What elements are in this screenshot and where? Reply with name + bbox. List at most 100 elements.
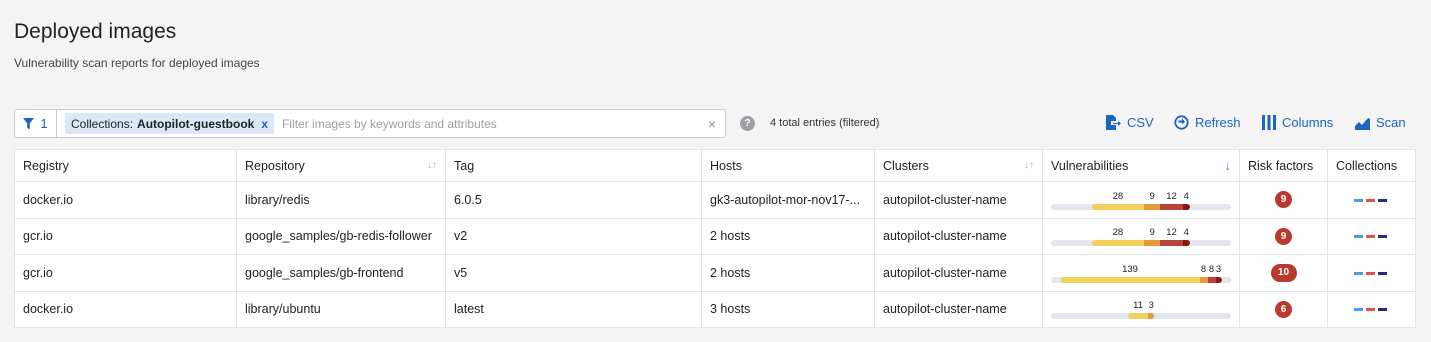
registry-cell: gcr.io: [14, 217, 237, 255]
help-icon[interactable]: ?: [740, 116, 755, 131]
vulnerability-count-medium: 8: [1200, 263, 1207, 275]
column-header-vulnerabilities[interactable]: Vulnerabilities ↓: [1042, 149, 1240, 182]
filter-input[interactable]: [282, 116, 699, 131]
columns-button[interactable]: Columns: [1262, 115, 1333, 130]
table-row[interactable]: docker.io library/ubuntu latest 3 hosts auto…: [14, 290, 1416, 328]
collection-marker-icon[interactable]: [1353, 198, 1363, 202]
vulnerability-segment-high: [1160, 240, 1183, 247]
collection-marker-icon[interactable]: [1365, 235, 1375, 239]
columns-label: Columns: [1282, 115, 1334, 130]
tag-cell: v2: [445, 217, 702, 255]
csv-button[interactable]: CSV: [1105, 115, 1154, 130]
filter-count-button[interactable]: 1: [15, 110, 57, 137]
collection-marker-icon[interactable]: [1353, 308, 1363, 312]
vulnerabilities-cell: 28 9 12 4: [1042, 181, 1240, 219]
vulnerability-count-high: 12: [1166, 227, 1177, 239]
registry-cell: docker.io: [14, 290, 237, 328]
clear-filter-icon[interactable]: ×: [699, 116, 725, 132]
refresh-button[interactable]: Refresh: [1174, 115, 1241, 130]
vulnerability-segment-high: [1160, 203, 1183, 210]
table-row[interactable]: gcr.io google_samples/gb-redis-follower v2…: [14, 217, 1416, 255]
vulnerability-count-low: 139: [1122, 263, 1138, 275]
risk-factors-cell: 10: [1239, 254, 1328, 292]
collection-marker-icon[interactable]: [1365, 308, 1375, 312]
vulnerability-count-low: 28: [1112, 190, 1124, 202]
vulnerability-bar[interactable]: 28 9 12 4: [1051, 187, 1231, 213]
hosts-cell: 2 hosts: [701, 254, 875, 292]
column-header-registry[interactable]: Registry: [14, 149, 237, 182]
risk-badge[interactable]: 9: [1275, 227, 1292, 245]
collection-marker-icon[interactable]: [1377, 235, 1387, 239]
hosts-cell: gk3-autopilot-mor-nov17-...: [701, 181, 875, 219]
hosts-cell: 2 hosts: [701, 217, 875, 255]
collection-marker-icon[interactable]: [1353, 271, 1363, 275]
column-header-repository[interactable]: Repository ↓↑: [236, 149, 446, 182]
column-header-clusters[interactable]: Clusters ↓↑: [874, 149, 1043, 182]
images-table: Registry Repository ↓↑ Tag Hosts Clusters…: [14, 149, 1416, 328]
scan-label: Scan: [1376, 115, 1406, 130]
risk-badge[interactable]: 9: [1275, 191, 1292, 209]
table-row[interactable]: docker.io library/redis 6.0.5 gk3-autopilot…: [14, 181, 1416, 219]
vulnerability-bar[interactable]: 139 8 8 3: [1051, 260, 1231, 286]
repository-cell: google_samples/gb-frontend: [236, 254, 446, 292]
vulnerability-count-critical: 3: [1215, 263, 1222, 275]
column-header-label: Vulnerabilities: [1051, 158, 1129, 173]
vulnerabilities-cell: 28 9 12 4: [1042, 217, 1240, 255]
vulnerability-segment-critical: [1215, 276, 1222, 283]
vulnerability-segment-low: [1091, 203, 1144, 210]
vulnerability-segment-low: [1060, 276, 1200, 283]
vulnerability-count-low: 28: [1112, 227, 1124, 239]
column-header-label: Repository: [245, 158, 305, 173]
column-header-tag[interactable]: Tag: [445, 149, 702, 182]
vulnerability-count-medium: 3: [1148, 300, 1154, 312]
scan-chart-icon: [1355, 117, 1370, 130]
tag-cell: latest: [445, 290, 702, 328]
risk-factors-cell: 6: [1239, 290, 1328, 328]
sort-descending-icon[interactable]: ↓: [1225, 158, 1232, 173]
column-header-collections[interactable]: Collections: [1327, 149, 1416, 182]
collection-marker-icon[interactable]: [1377, 271, 1387, 275]
cluster-cell: autopilot-cluster-name: [874, 181, 1043, 219]
csv-export-icon: [1106, 115, 1121, 130]
filter-count: 1: [40, 116, 48, 131]
repository-cell: google_samples/gb-redis-follower: [236, 217, 446, 255]
vulnerability-segment-low: [1127, 313, 1149, 320]
risk-badge[interactable]: 10: [1270, 263, 1297, 282]
vulnerabilities-cell: 11 3: [1042, 290, 1240, 328]
column-header-label: Registry: [23, 158, 69, 173]
collections-cell: [1327, 217, 1416, 255]
column-header-label: Hosts: [710, 158, 742, 173]
vulnerability-segment-low: [1091, 240, 1144, 247]
vulnerability-segment-high: [1207, 276, 1216, 283]
collection-marker-icon[interactable]: [1377, 308, 1387, 312]
vulnerability-bar[interactable]: 11 3: [1051, 296, 1231, 322]
scan-button[interactable]: Scan: [1355, 115, 1406, 130]
vulnerability-segment-critical: [1182, 203, 1191, 210]
risk-factors-cell: 9: [1239, 217, 1328, 255]
collection-marker-icon[interactable]: [1365, 198, 1375, 202]
column-header-hosts[interactable]: Hosts: [701, 149, 875, 182]
refresh-label: Refresh: [1195, 115, 1241, 130]
vulnerability-segment-medium: [1143, 203, 1161, 210]
page-subtitle: Vulnerability scan reports for deployed …: [14, 56, 260, 70]
risk-badge[interactable]: 6: [1275, 300, 1292, 318]
vulnerability-bar[interactable]: 28 9 12 4: [1051, 223, 1231, 249]
collection-marker-icon[interactable]: [1353, 235, 1363, 239]
collections-cell: [1327, 290, 1416, 328]
chip-remove-icon[interactable]: x: [261, 117, 268, 131]
csv-label: CSV: [1127, 115, 1154, 130]
collections-cell: [1327, 254, 1416, 292]
tag-cell: v5: [445, 254, 702, 292]
collection-marker-icon[interactable]: [1365, 271, 1375, 275]
cluster-cell: autopilot-cluster-name: [874, 217, 1043, 255]
collection-marker-icon[interactable]: [1377, 198, 1387, 202]
table-row[interactable]: gcr.io google_samples/gb-frontend v5 2 host…: [14, 254, 1416, 292]
column-header-risk-factors[interactable]: Risk factors: [1239, 149, 1328, 182]
vulnerability-count-medium: 9: [1149, 227, 1155, 239]
sort-icon[interactable]: ↓↑: [427, 160, 437, 171]
tag-cell: 6.0.5: [445, 181, 702, 219]
sort-icon[interactable]: ↓↑: [1024, 160, 1034, 171]
filter-icon: [23, 117, 35, 129]
column-header-label: Clusters: [883, 158, 929, 173]
column-header-label: Collections: [1336, 158, 1398, 173]
